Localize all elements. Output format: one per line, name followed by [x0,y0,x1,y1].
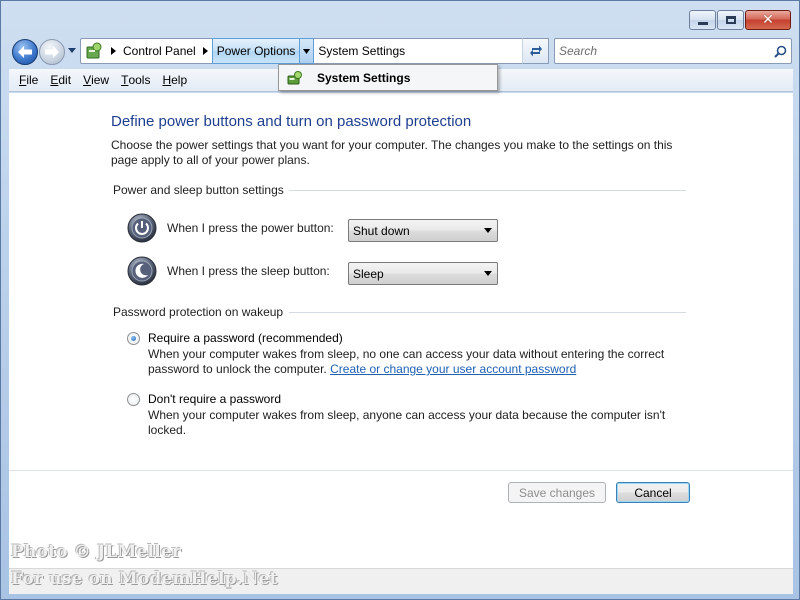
change-password-link[interactable]: Create or change your user account passw… [330,362,576,376]
require-password-desc: When your computer wakes from sleep, no … [148,347,688,377]
back-arrow-icon [18,46,32,58]
save-changes-button[interactable]: Save changes [508,482,606,503]
dont-require-password-text: Don't require a password When your compu… [148,391,688,438]
chevron-down-icon [68,47,76,53]
sleep-button-select[interactable]: Sleep [348,262,498,285]
search-icon[interactable] [769,39,791,63]
breadcrumb-dropdown-button[interactable] [300,38,315,64]
menu-tools[interactable]: Tools [115,69,156,92]
maximize-icon [725,16,736,24]
menu-help[interactable]: Help [156,69,193,92]
menu-help-accel: H [162,73,172,87]
forward-arrow-icon [45,46,59,58]
sleep-icon [127,256,157,286]
menu-edit-accel: E [50,73,59,87]
sleep-button-label: When I press the sleep button: [167,264,330,278]
breadcrumb-control-panel[interactable]: Control Panel [119,39,200,63]
chevron-down-icon [484,228,492,233]
require-password-radio[interactable] [127,332,140,345]
chevron-down-icon [303,48,311,54]
menu-tools-rest: ools [128,73,151,87]
menu-file[interactable]: File [13,69,44,92]
menu-edit[interactable]: Edit [44,69,77,92]
menu-view-accel: V [83,73,92,87]
page-title: Define power buttons and turn on passwor… [111,113,472,130]
breadcrumb-power-options[interactable]: Power Options [211,38,301,64]
dont-require-password-option[interactable]: Don't require a password When your compu… [127,391,688,438]
refresh-button[interactable] [522,38,549,64]
system-settings-icon [279,69,311,87]
menu-file-rest: ile [26,73,39,87]
maximize-button[interactable] [717,10,744,30]
password-section-heading: Password protection on wakeup [113,305,284,319]
power-button-select[interactable]: Shut down [348,219,498,242]
cancel-button[interactable]: Cancel [616,482,690,503]
dont-require-password-label[interactable]: Don't require a password [148,391,688,407]
popup-item-system-settings[interactable]: System Settings [311,71,410,85]
menu-file-accel: F [19,73,27,87]
require-password-text: Require a password (recommended) When yo… [148,330,688,377]
menu-tools-accel: T [121,73,129,87]
breadcrumb-popup-menu: System Settings [278,64,498,91]
breadcrumb-separator-icon[interactable] [200,39,212,63]
power-section-divider [289,190,686,191]
power-button-label: When I press the power button: [167,221,334,235]
sleep-button-value: Sleep [353,266,384,281]
power-section-heading: Power and sleep button settings [113,183,284,197]
search-box[interactable] [554,38,792,64]
forward-button[interactable] [39,39,65,65]
breadcrumb-system-settings[interactable]: System Settings [314,39,409,63]
chevron-down-icon [484,271,492,276]
minimize-button[interactable] [689,10,716,30]
back-button[interactable] [12,39,38,65]
menu-edit-rest: dit [58,73,72,87]
menu-view[interactable]: View [77,69,115,92]
window: ✕ Control Panel Power Options System Set… [0,0,800,600]
menu-view-rest: iew [91,73,110,87]
power-button-value: Shut down [353,223,410,238]
sleep-button-row: When I press the sleep button: [127,256,337,286]
watermark-line-1: Photo © JLMeller [11,542,182,562]
dont-require-password-radio[interactable] [127,393,140,406]
power-button-row: When I press the power button: [127,213,337,243]
refresh-icon [529,45,542,57]
search-input[interactable] [559,44,769,58]
address-bar[interactable]: Control Panel Power Options System Setti… [80,38,549,64]
dont-require-password-desc: When your computer wakes from sleep, any… [148,408,666,437]
watermark-line-2: For use on ModemHelp.Net [11,569,278,589]
footer-separator [9,470,793,471]
intro-text: Choose the power settings that you want … [111,138,673,167]
power-icon [127,213,157,243]
require-password-label[interactable]: Require a password (recommended) [148,330,688,346]
menu-help-rest: elp [171,73,188,87]
caption-buttons: ✕ [689,10,791,30]
require-password-option[interactable]: Require a password (recommended) When yo… [127,330,688,377]
control-panel-icon [81,39,107,63]
close-icon: ✕ [762,12,774,28]
breadcrumb-separator-icon[interactable] [107,39,119,63]
recent-pages-button[interactable] [67,45,77,55]
content-pane: Define power buttons and turn on passwor… [9,93,793,568]
minimize-icon [697,21,708,25]
password-section-divider [289,312,686,313]
close-button[interactable]: ✕ [745,10,791,30]
